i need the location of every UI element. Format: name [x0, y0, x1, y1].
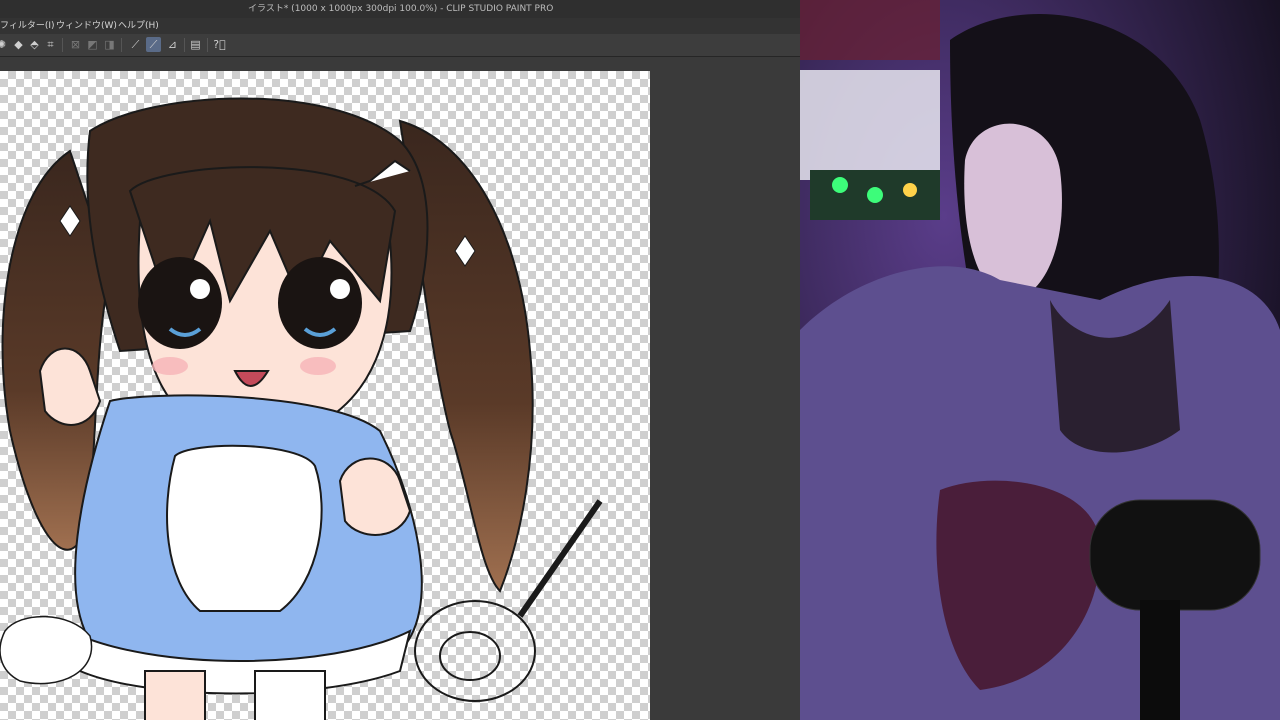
right-hand: [338, 457, 412, 536]
curve-icon[interactable]: ⟋: [146, 37, 161, 52]
frying-pan: [414, 600, 536, 702]
shelf-items: [800, 0, 940, 60]
left-leg: [144, 670, 206, 720]
puff-doodle: [0, 615, 93, 685]
help-icon[interactable]: ?⃝: [212, 37, 227, 52]
crop-icon[interactable]: ⌗: [43, 37, 58, 52]
brush-icon[interactable]: ◩: [85, 37, 100, 52]
microphone: [1089, 499, 1261, 611]
egg-outline: [439, 631, 501, 681]
left-eye-highlight: [190, 279, 210, 299]
right-sock: [254, 670, 326, 720]
window-title: イラスト* (1000 x 1000px 300dpi 100.0%) - CL…: [248, 4, 554, 14]
layer-icon[interactable]: ▤: [188, 37, 203, 52]
yellow-light: [903, 183, 917, 197]
webcam-feed: [800, 0, 1280, 720]
menu-bar: フィルター(I) ウィンドウ(W) ヘルプ(H): [0, 18, 800, 34]
menu-help[interactable]: ヘルプ(H): [118, 18, 159, 34]
menu-filter[interactable]: フィルター(I): [0, 18, 55, 34]
mic-arm: [1140, 600, 1180, 720]
toolbar-divider: [62, 38, 63, 52]
left-blush: [152, 357, 188, 375]
title-bar: イラスト* (1000 x 1000px 300dpi 100.0%) - CL…: [0, 0, 800, 18]
fill-alt-icon[interactable]: ⬘: [27, 37, 42, 52]
command-bar: ✺ ◆ ⬘ ⌗ ⊠ ◩ ◨ ⟋ ⟋ ⊿ ▤ ?⃝: [0, 34, 800, 57]
line-icon[interactable]: ⟋: [128, 37, 143, 52]
right-blush: [300, 357, 336, 375]
clip-studio-window: イラスト* (1000 x 1000px 300dpi 100.0%) - CL…: [0, 0, 800, 720]
bright-screen: [800, 70, 940, 180]
chibi-maid-illustration: [0, 97, 603, 720]
menu-window[interactable]: ウィンドウ(W): [56, 18, 117, 34]
green-light: [867, 187, 883, 203]
toolbar-divider: [184, 38, 185, 52]
canvas-area: [0, 57, 800, 720]
green-light: [832, 177, 848, 193]
eraser-icon[interactable]: ◨: [102, 37, 117, 52]
pen-icon[interactable]: ⊠: [68, 37, 83, 52]
pan-handle: [517, 499, 603, 618]
ruler-icon[interactable]: ⊿: [165, 37, 180, 52]
fill-icon[interactable]: ◆: [11, 37, 26, 52]
right-eye-highlight: [330, 279, 350, 299]
white-apron: [166, 444, 323, 612]
drawing-canvas[interactable]: [0, 71, 650, 720]
webcam-scene: [800, 0, 1280, 720]
settings-icon[interactable]: ✺: [0, 37, 9, 52]
toolbar-divider: [121, 38, 122, 52]
toolbar-divider: [207, 38, 208, 52]
